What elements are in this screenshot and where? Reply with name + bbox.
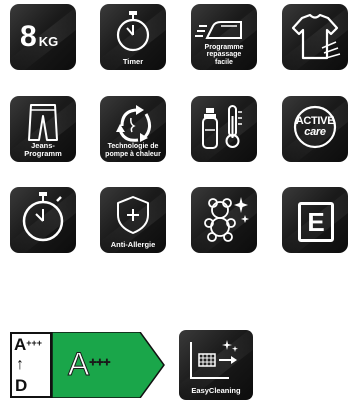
energy-letter-e: E [298,202,334,242]
temperature-tile [191,96,257,162]
bottle-thermometer-icon [202,105,242,149]
anti-allergy-tile: Anti-Allergie [100,187,166,253]
energy-class-tile: E [282,187,348,253]
teddy-bear-icon [204,197,249,242]
teddy-tile [191,187,257,253]
active-care-tile: ACTIVE care [282,96,348,162]
energy-scale-bottom: D [15,376,28,395]
energy-efficiency-label: A+++ ↑ D A+++ [10,332,166,400]
anti-allergy-label: Anti-Allergie [110,240,156,249]
stopwatch-tile [10,187,76,253]
shirt-tile [282,4,348,70]
timer-tile: Timer [100,4,166,70]
jeans-tile: Jeans- Programm [10,96,76,162]
easy-ironing-label: Programme repassage facile [204,43,244,66]
capacity-8kg-tile: 8 KG [10,4,76,70]
stopwatch-icon [22,192,64,242]
active-care-logo: ACTIVE care [295,115,335,138]
energy-class-value: A+++ [67,346,111,383]
capacity-value: 8 KG [20,20,59,53]
heat-pump-label: Technologie de pompe à chaleur [105,143,161,158]
timer-label: Timer [122,57,144,66]
easy-cleaning-tile: EasyCleaning [179,330,253,400]
heat-pump-tile: Technologie de pompe à chaleur [100,96,166,162]
energy-scale-top: A+++ [14,335,43,354]
jeans-label: Jeans- Programm [24,141,62,158]
shirt-icon [291,13,341,60]
easy-cleaning-label: EasyCleaning [191,386,241,395]
energy-scale-arrow: ↑ [16,356,24,373]
easy-ironing-tile: Programme repassage facile [191,4,257,70]
energy-scale-box: A+++ ↑ D [10,332,52,398]
